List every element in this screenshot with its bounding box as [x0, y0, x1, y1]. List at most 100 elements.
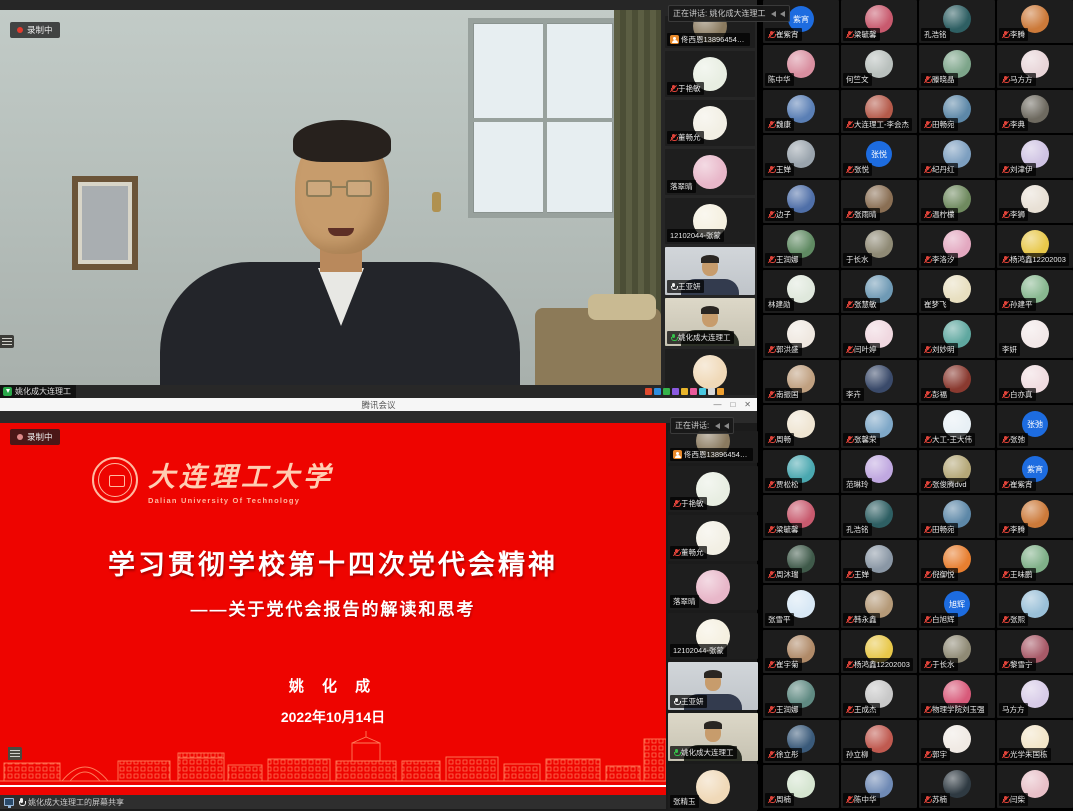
- participant-tile[interactable]: 韩永鑫: [841, 585, 917, 628]
- participant-tile[interactable]: 张俊腾dvd: [919, 450, 995, 493]
- participant-tile[interactable]: 李卉: [841, 360, 917, 403]
- participant-tile[interactable]: 周沐瑞: [763, 540, 839, 583]
- participant-tile[interactable]: 杨鸿鑫12202003: [841, 630, 917, 673]
- tray-app-icon[interactable]: [717, 388, 724, 395]
- participant-tile[interactable]: 田畅宛: [919, 90, 995, 133]
- participant-tile[interactable]: 马方方: [997, 675, 1073, 718]
- participant-tile[interactable]: 刘津伊: [997, 135, 1073, 178]
- participant-tile[interactable]: 魏康: [763, 90, 839, 133]
- participant-tile[interactable]: 李腾: [997, 495, 1073, 538]
- participant-tile[interactable]: 王成杰: [841, 675, 917, 718]
- filmstrip-participant-tile[interactable]: 于艳敏: [668, 466, 758, 512]
- participant-tile[interactable]: 彭福: [919, 360, 995, 403]
- participant-tile[interactable]: 大工-王大伟: [919, 405, 995, 448]
- participant-tile[interactable]: 倪御悦: [919, 540, 995, 583]
- taskbar-tray-icons[interactable]: [645, 388, 724, 395]
- filmstrip-participant-tile[interactable]: 董畅允: [665, 100, 755, 146]
- tray-app-icon[interactable]: [654, 388, 661, 395]
- filmstrip-participant-tile[interactable]: 张精玉: [668, 764, 758, 810]
- participant-tile[interactable]: 纪丹红: [919, 135, 995, 178]
- participant-tile[interactable]: 张慧敏: [841, 270, 917, 313]
- participant-tile[interactable]: 孙建平: [997, 270, 1073, 313]
- participant-tile[interactable]: 王味鹏: [997, 540, 1073, 583]
- participant-tile[interactable]: 梁毓馨: [841, 0, 917, 43]
- participant-tile[interactable]: 张熙: [997, 585, 1073, 628]
- participant-tile[interactable]: 梁毓馨: [763, 495, 839, 538]
- participant-tile[interactable]: 范琳玲: [841, 450, 917, 493]
- participant-tile[interactable]: 王润娜: [763, 225, 839, 268]
- tray-app-icon[interactable]: [672, 388, 679, 395]
- participant-tile[interactable]: 徐立彤: [763, 720, 839, 763]
- filmstrip-participant-tile[interactable]: 董畅允: [668, 515, 758, 561]
- tray-app-icon[interactable]: [645, 388, 652, 395]
- tray-app-icon[interactable]: [681, 388, 688, 395]
- close-button[interactable]: ✕: [744, 400, 751, 409]
- filmstrip-participant-tile[interactable]: 12102044-张蒙: [665, 198, 755, 244]
- participant-tile[interactable]: 闫柴: [997, 765, 1073, 808]
- tray-app-icon[interactable]: [699, 388, 706, 395]
- participant-tile[interactable]: 张雪平: [763, 585, 839, 628]
- participant-tile[interactable]: 李腾: [997, 0, 1073, 43]
- participant-tile[interactable]: 陈中华: [841, 765, 917, 808]
- participant-tile[interactable]: 南振国: [763, 360, 839, 403]
- participant-tile[interactable]: 周楠: [763, 765, 839, 808]
- filmstrip-participant-tile[interactable]: 12102044-张蒙: [668, 613, 758, 659]
- participant-tile[interactable]: 光学朱国栋: [997, 720, 1073, 763]
- participant-tile[interactable]: 于长水: [919, 630, 995, 673]
- filmstrip-participant-tile[interactable]: 姚化成大连理工: [665, 298, 755, 346]
- participant-tile[interactable]: 张悦张悦: [841, 135, 917, 178]
- tray-app-icon[interactable]: [663, 388, 670, 395]
- panel-toggle-button[interactable]: [0, 335, 14, 348]
- participant-tile[interactable]: 刘妙明: [919, 315, 995, 358]
- participant-tile[interactable]: 贾松松: [763, 450, 839, 493]
- filmstrip-participant-tile[interactable]: 落翠晴: [668, 564, 758, 610]
- participant-tile[interactable]: 闫叶婷: [841, 315, 917, 358]
- participant-tile[interactable]: 郭宇: [919, 720, 995, 763]
- participant-tile[interactable]: 孔浩铭: [919, 0, 995, 43]
- participant-tile[interactable]: 田畅宛: [919, 495, 995, 538]
- participant-tile[interactable]: 孙立柳: [841, 720, 917, 763]
- participant-tile[interactable]: 周畅: [763, 405, 839, 448]
- participant-tile[interactable]: 张馨荣: [841, 405, 917, 448]
- maximize-button[interactable]: □: [730, 400, 735, 409]
- participant-tile[interactable]: 陈中华: [763, 45, 839, 88]
- participant-tile[interactable]: 王婵: [841, 540, 917, 583]
- participant-tile[interactable]: 物理学院刘玉强: [919, 675, 995, 718]
- participant-tile[interactable]: 孔浩铭: [841, 495, 917, 538]
- participant-tile[interactable]: 滕晓晶: [919, 45, 995, 88]
- filmstrip-participant-tile[interactable]: 于艳敏: [665, 51, 755, 97]
- filmstrip-participant-tile[interactable]: 落翠晴: [665, 149, 755, 195]
- tray-app-icon[interactable]: [690, 388, 697, 395]
- participant-tile[interactable]: 李妍: [997, 315, 1073, 358]
- participant-tile[interactable]: 李狮: [997, 180, 1073, 223]
- participant-tile[interactable]: 郭洪盛: [763, 315, 839, 358]
- minimize-button[interactable]: —: [713, 400, 721, 409]
- participant-tile[interactable]: 崔梦飞: [919, 270, 995, 313]
- participant-tile[interactable]: 李典: [997, 90, 1073, 133]
- shared-slide[interactable]: 录制中 大连理工大学 Dalian University Of Technolo…: [0, 423, 666, 795]
- participant-tile[interactable]: 马方方: [997, 45, 1073, 88]
- participant-tile[interactable]: 苏楠: [919, 765, 995, 808]
- participant-tile[interactable]: 王婵: [763, 135, 839, 178]
- participant-tile[interactable]: 于长水: [841, 225, 917, 268]
- speaker-video[interactable]: 录制中: [0, 10, 661, 385]
- participant-tile[interactable]: 黎雪宁: [997, 630, 1073, 673]
- participant-tile[interactable]: 张弛张弛: [997, 405, 1073, 448]
- participant-tile[interactable]: 林建勋: [763, 270, 839, 313]
- participant-tile[interactable]: 紫宵崔紫宵: [997, 450, 1073, 493]
- participant-tile[interactable]: 旭辉白旭辉: [919, 585, 995, 628]
- participant-tile[interactable]: 温柠檬: [919, 180, 995, 223]
- participant-tile[interactable]: 崔宇菊: [763, 630, 839, 673]
- participant-tile[interactable]: 张雨晴: [841, 180, 917, 223]
- participant-tile[interactable]: 边子: [763, 180, 839, 223]
- filmstrip-participant-tile[interactable]: 姚化成大连理工: [668, 713, 758, 761]
- participant-tile[interactable]: 何竺文: [841, 45, 917, 88]
- participant-tile[interactable]: 李洛汐: [919, 225, 995, 268]
- participant-tile[interactable]: 王润娜: [763, 675, 839, 718]
- filmstrip-participant-tile[interactable]: 王亚妍: [665, 247, 755, 295]
- filmstrip-participant-tile[interactable]: 佟西恩13896454500: [668, 431, 758, 463]
- tray-app-icon[interactable]: [708, 388, 715, 395]
- participant-tile[interactable]: 杨鸿鑫12202003: [997, 225, 1073, 268]
- panel-toggle-button[interactable]: [8, 747, 22, 760]
- participant-tile[interactable]: 大连理工-李会杰: [841, 90, 917, 133]
